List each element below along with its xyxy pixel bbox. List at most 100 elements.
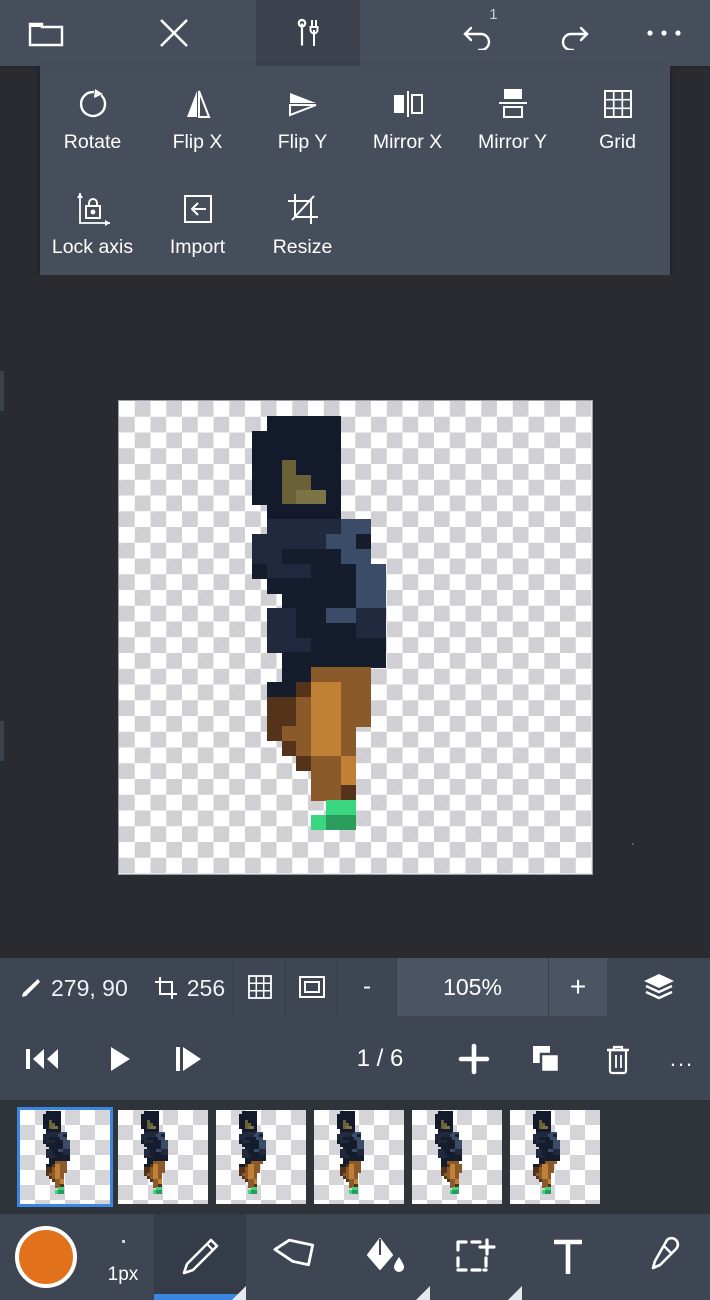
tool-rotate-label: Rotate <box>63 131 122 154</box>
tool-lock-axis[interactable]: Lock axis <box>40 171 145 276</box>
trash-icon <box>604 1043 632 1075</box>
sprite-pixel <box>311 755 342 772</box>
tab-tools[interactable] <box>256 0 360 66</box>
pencil-submenu-indicator[interactable] <box>232 1286 246 1300</box>
tools-row-2: Lock axis Import Resize <box>40 171 670 276</box>
zoom-in-button[interactable]: + <box>548 958 607 1016</box>
sprite-pixel <box>281 593 356 609</box>
pencil-tool-button[interactable] <box>154 1214 246 1300</box>
canvas-size-value: 256 <box>186 974 226 1001</box>
stray-pixel-marker <box>632 843 634 845</box>
sprite-pixel <box>252 563 268 579</box>
cursor-coordinates: 279, 90 <box>51 974 128 1001</box>
text-tool-button[interactable] <box>522 1214 614 1300</box>
fill-tool-button[interactable] <box>338 1214 430 1300</box>
play-button[interactable] <box>86 1018 154 1100</box>
grid-icon <box>602 84 634 124</box>
sprite-pixel <box>311 740 342 757</box>
sprite-pixel <box>325 489 342 505</box>
tool-flip-y[interactable]: Flip Y <box>250 66 355 171</box>
sprite-pixel <box>252 548 283 565</box>
canvas-area[interactable] <box>0 275 710 955</box>
duplicate-frame-button[interactable] <box>510 1018 582 1100</box>
sprite-pixel <box>266 578 297 594</box>
frame-filmstrip[interactable] <box>0 1100 710 1214</box>
frame-counter: 1 / 6 <box>356 1045 404 1072</box>
tool-mirror-y[interactable]: Mirror Y <box>460 66 565 171</box>
frame-thumbnail[interactable] <box>118 1110 208 1204</box>
status-left-group: 279, 90 256 <box>0 958 225 1018</box>
color-swatch-button[interactable] <box>0 1214 92 1300</box>
frame-thumbnail[interactable] <box>216 1110 306 1204</box>
sprite-canvas[interactable] <box>119 401 592 874</box>
close-button[interactable] <box>92 0 256 66</box>
sprite-pixel <box>325 814 356 831</box>
sprite-pixel <box>266 637 312 653</box>
layers-button[interactable] <box>607 958 710 1016</box>
tool-flip-x[interactable]: Flip X <box>145 66 250 171</box>
tool-resize[interactable]: Resize <box>250 171 355 276</box>
rotate-icon <box>76 84 110 124</box>
sprite-pixel <box>252 489 283 505</box>
zoom-level-display[interactable]: 105% <box>396 958 548 1016</box>
sprite-pixel <box>311 652 386 668</box>
canvas-size-group: 256 <box>154 975 225 1002</box>
frame-thumbnail[interactable] <box>17 1107 113 1207</box>
sprite-pixel <box>281 667 312 683</box>
sprite-pixel <box>296 696 312 712</box>
tools-icon <box>293 16 323 50</box>
sprite-pixel <box>311 726 342 742</box>
tool-rotate[interactable]: Rotate <box>40 66 145 171</box>
undo-button[interactable]: 1 <box>434 0 526 66</box>
sprite-pixel <box>452 1190 459 1194</box>
brush-size-button[interactable]: 1px <box>92 1214 154 1300</box>
brush-size-label: 1px <box>107 1264 139 1285</box>
add-frame-button[interactable] <box>438 1018 510 1100</box>
fill-submenu-indicator[interactable] <box>416 1286 430 1300</box>
tool-lock-axis-label: Lock axis <box>51 236 134 259</box>
frame-thumbnail-art <box>216 1110 306 1204</box>
eyedropper-tool-button[interactable] <box>614 1214 706 1300</box>
mirror-y-icon <box>496 84 530 124</box>
open-file-button[interactable] <box>0 0 92 66</box>
frame-thumbnail[interactable] <box>314 1110 404 1204</box>
zoom-out-button[interactable]: - <box>337 958 396 1016</box>
sprite-pixel <box>355 593 386 609</box>
overflow-menu-button[interactable] <box>618 0 710 66</box>
sprite-pixel <box>544 1190 551 1194</box>
select-submenu-indicator[interactable] <box>508 1286 522 1300</box>
eraser-tool-button[interactable] <box>246 1214 338 1300</box>
select-tool-button[interactable] <box>430 1214 522 1300</box>
sprite-pixel <box>296 681 312 698</box>
step-forward-icon <box>174 1045 204 1073</box>
frame-thumbnail[interactable] <box>412 1110 502 1204</box>
sprite-pixel <box>340 755 356 772</box>
redo-button[interactable] <box>526 0 618 66</box>
delete-frame-button[interactable] <box>582 1018 654 1100</box>
tool-grid[interactable]: Grid <box>565 66 670 171</box>
sprite-pixel <box>311 637 386 653</box>
first-frame-button[interactable] <box>0 1018 86 1100</box>
frame-navigation-bar: 1 / 6 ... <box>0 1018 710 1100</box>
pencil-cursor-icon <box>18 976 42 1000</box>
lock-axis-icon <box>75 189 111 229</box>
frame-thumbnail[interactable] <box>510 1110 600 1204</box>
sprite-pixel <box>311 474 342 491</box>
sprite-artwork <box>119 401 592 874</box>
sprite-pixel <box>266 681 297 698</box>
next-frame-button[interactable] <box>154 1018 224 1100</box>
toggle-grid-button[interactable] <box>233 958 285 1016</box>
sprite-pixel <box>252 474 283 491</box>
sprite-pixel <box>340 785 356 801</box>
sprite-pixel <box>325 607 356 624</box>
sprite-pixel <box>266 726 283 742</box>
frame-options-button[interactable]: ... <box>654 1018 710 1100</box>
tool-flip-x-label: Flip X <box>172 131 223 154</box>
fit-to-screen-button[interactable] <box>285 958 337 1016</box>
tool-import[interactable]: Import <box>145 171 250 276</box>
sprite-pixel <box>340 519 371 535</box>
sprite-pixel <box>252 430 342 446</box>
tool-palette: 1px <box>0 1214 710 1300</box>
tool-mirror-x[interactable]: Mirror X <box>355 66 460 171</box>
